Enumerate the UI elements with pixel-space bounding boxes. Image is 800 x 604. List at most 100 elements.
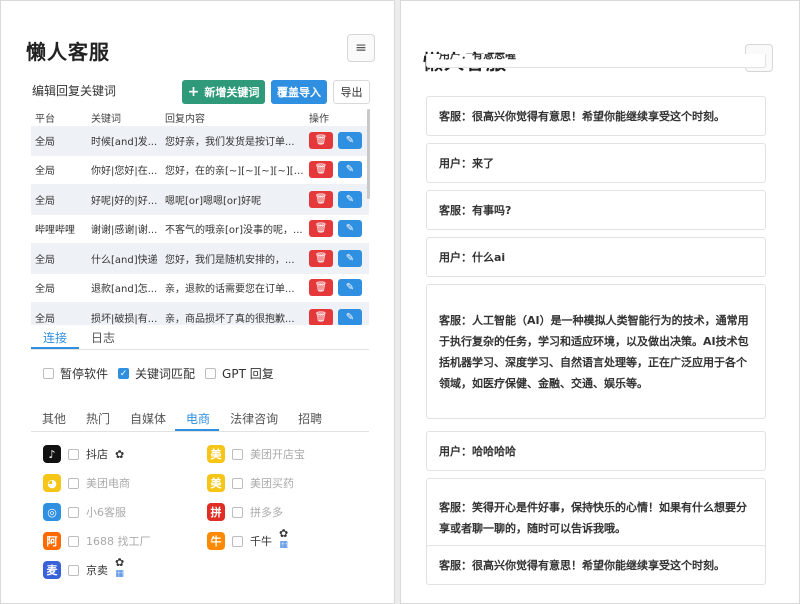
platform-name: 小6客服 bbox=[86, 506, 126, 519]
cell-reply: 亲，商品损坏了真的很抱歉... bbox=[165, 313, 295, 325]
checkbox[interactable]: ✓ bbox=[118, 368, 130, 379]
option-checkboxes: 暂停软件 ✓ 关键词匹配 GPT 回复 bbox=[43, 365, 274, 382]
gear-icon[interactable]: ✿ bbox=[115, 448, 124, 461]
cell-reply: 亲，退款的话需要您在订单... bbox=[165, 284, 295, 296]
cell-actions: 🗑 ✎ bbox=[305, 279, 369, 297]
edit-icon[interactable]: ✎ bbox=[338, 220, 362, 238]
platform-item[interactable]: 牛 千牛 ✿ ▦ bbox=[207, 527, 288, 550]
table-row: 全局 退款[and]怎... 亲，退款的话需要您在订单... 🗑 ✎ bbox=[31, 274, 369, 303]
chat-message: 客服：人工智能（AI）是一种模拟人类智能行为的技术，通常用于执行复杂的任务，学习… bbox=[426, 284, 766, 419]
main-tabs: 连接 日志 bbox=[31, 325, 369, 350]
trash-icon[interactable]: 🗑 bbox=[309, 249, 333, 267]
trash-icon[interactable]: 🗑 bbox=[309, 308, 333, 325]
table-header: 平台 关键词 回复内容 操作 bbox=[31, 109, 369, 126]
export-button[interactable]: 导出 bbox=[333, 80, 370, 104]
trash-icon[interactable]: 🗑 bbox=[309, 131, 333, 149]
platform-logo-icon: 美 bbox=[207, 445, 225, 463]
platform-name: 美团买药 bbox=[250, 477, 294, 490]
platform-item[interactable]: ◎ 小6客服 bbox=[43, 503, 126, 521]
table-scrollbar[interactable] bbox=[367, 109, 370, 199]
tab-connect[interactable]: 连接 bbox=[31, 325, 80, 349]
edit-icon[interactable]: ✎ bbox=[338, 249, 362, 267]
table-row: 全局 损坏|破损|有... 亲，商品损坏了真的很抱歉... 🗑 ✎ bbox=[31, 303, 369, 325]
table-row: 全局 时候[and]发... 您好亲，我们发货是按订单... 🗑 ✎ bbox=[31, 126, 369, 156]
edit-icon[interactable]: ✎ bbox=[338, 161, 362, 179]
cell-keyword: 退款[and]怎... bbox=[91, 284, 158, 296]
edit-icon[interactable]: ✎ bbox=[338, 279, 362, 297]
edit-icon[interactable]: ✎ bbox=[338, 131, 362, 149]
edit-icon[interactable]: ✎ bbox=[338, 308, 362, 325]
platform-item[interactable]: 拼 拼多多 bbox=[207, 503, 283, 521]
cell-platform: 全局 bbox=[35, 166, 55, 178]
tab-log[interactable]: 日志 bbox=[79, 325, 127, 349]
platform-checkbox[interactable] bbox=[68, 564, 79, 576]
table-row: 全局 你好|您好|在... 您好，在的亲[~][~][~][~][or]... 🗑 ✎ bbox=[31, 156, 369, 185]
gear-icon[interactable]: ✿ bbox=[115, 556, 124, 569]
trash-icon[interactable]: 🗑 bbox=[309, 161, 333, 179]
cell-reply: 您好，我们是随机安排的，... bbox=[165, 254, 295, 266]
menu-icon[interactable]: ≡ bbox=[347, 34, 375, 62]
platform-settings: ✿ ▦ bbox=[115, 556, 124, 579]
table-row: 哔哩哔哩 谢谢|感谢|谢... 不客气的哦亲[or]没事的呢，... 🗑 ✎ bbox=[31, 215, 369, 244]
cell-keyword: 损坏|破损|有... bbox=[91, 313, 158, 325]
platform-item[interactable]: ◕ 美团电商 bbox=[43, 474, 130, 492]
platform-name: 美团开店宝 bbox=[250, 448, 305, 461]
platform-checkbox[interactable] bbox=[68, 535, 79, 547]
tab-category-3[interactable]: 电商 bbox=[175, 406, 220, 431]
platform-item[interactable]: 美 美团买药 bbox=[207, 474, 294, 492]
gear-icon[interactable]: ✿ bbox=[279, 527, 288, 540]
header-reply: 回复内容 bbox=[165, 114, 205, 125]
checkbox[interactable] bbox=[43, 368, 54, 379]
header-keyword: 关键词 bbox=[91, 114, 121, 125]
cell-reply: 您好亲，我们发货是按订单... bbox=[165, 136, 295, 148]
cell-platform: 全局 bbox=[35, 136, 55, 148]
tab-category-5[interactable]: 招聘 bbox=[287, 406, 331, 431]
table-body: 全局 时候[and]发... 您好亲，我们发货是按订单... 🗑 ✎ 全局 你好|您好|在.… bbox=[31, 126, 369, 325]
plus-icon: + bbox=[187, 84, 200, 100]
tab-category-0[interactable]: 其他 bbox=[31, 406, 75, 431]
header-action: 操作 bbox=[309, 114, 329, 125]
platform-logo-icon: ◎ bbox=[43, 503, 61, 521]
table-row: 全局 好呢|好的|好... 嗯呢[or]嗯嗯[or]好呢 🗑 ✎ bbox=[31, 185, 369, 215]
cell-actions: 🗑 ✎ bbox=[305, 190, 369, 208]
windows-icon: ▦ bbox=[115, 568, 124, 579]
option-1[interactable]: ✓ 关键词匹配 bbox=[118, 365, 195, 382]
edit-icon[interactable]: ✎ bbox=[338, 190, 362, 208]
platform-checkbox[interactable] bbox=[68, 506, 79, 518]
platform-logo-icon: 牛 bbox=[207, 532, 225, 550]
add-keyword-label: 新增关键词 bbox=[204, 86, 260, 99]
platform-checkbox[interactable] bbox=[232, 535, 243, 547]
platform-logo-icon: 美 bbox=[207, 474, 225, 492]
cell-platform: 全局 bbox=[35, 284, 55, 296]
cell-platform: 哔哩哔哩 bbox=[35, 225, 75, 237]
platform-logo-icon: 麦 bbox=[43, 561, 61, 579]
platform-item[interactable]: ♪ 抖店 ✿ bbox=[43, 445, 124, 463]
add-keyword-button[interactable]: + 新增关键词 bbox=[182, 80, 265, 104]
checkbox[interactable] bbox=[205, 368, 217, 379]
tab-category-2[interactable]: 自媒体 bbox=[119, 406, 175, 431]
platform-logo-icon: ♪ bbox=[43, 445, 61, 463]
cell-keyword: 什么[and]快递 bbox=[91, 254, 158, 266]
trash-icon[interactable]: 🗑 bbox=[309, 279, 333, 297]
platform-item[interactable]: 阿 1688 找工厂 bbox=[43, 532, 151, 550]
trash-icon[interactable]: 🗑 bbox=[309, 190, 333, 208]
platform-item[interactable]: 麦 京卖 ✿ ▦ bbox=[43, 556, 124, 579]
overwrite-import-button[interactable]: 覆盖导入 bbox=[271, 80, 327, 104]
tab-category-1[interactable]: 热门 bbox=[75, 406, 119, 431]
option-0[interactable]: 暂停软件 bbox=[43, 365, 108, 382]
trash-icon[interactable]: 🗑 bbox=[309, 220, 333, 238]
windows-icon: ▦ bbox=[279, 539, 288, 550]
option-2[interactable]: GPT 回复 bbox=[205, 365, 274, 382]
platform-checkbox[interactable] bbox=[232, 506, 243, 518]
chat-message: 客服：很高兴你觉得有意思！希望你能继续享受这个时刻。 bbox=[426, 96, 766, 136]
platform-settings: ✿ bbox=[115, 448, 124, 461]
chat-message: 用户：有意思喔 bbox=[426, 54, 766, 68]
platform-checkbox[interactable] bbox=[232, 448, 243, 460]
platform-checkbox[interactable] bbox=[68, 477, 79, 489]
tab-category-4[interactable]: 法律咨询 bbox=[219, 406, 287, 431]
platform-checkbox[interactable] bbox=[68, 448, 79, 460]
platform-item[interactable]: 美 美团开店宝 bbox=[207, 445, 305, 463]
platform-checkbox[interactable] bbox=[232, 477, 243, 489]
cell-platform: 全局 bbox=[35, 254, 55, 266]
cell-actions: 🗑 ✎ bbox=[305, 249, 369, 267]
